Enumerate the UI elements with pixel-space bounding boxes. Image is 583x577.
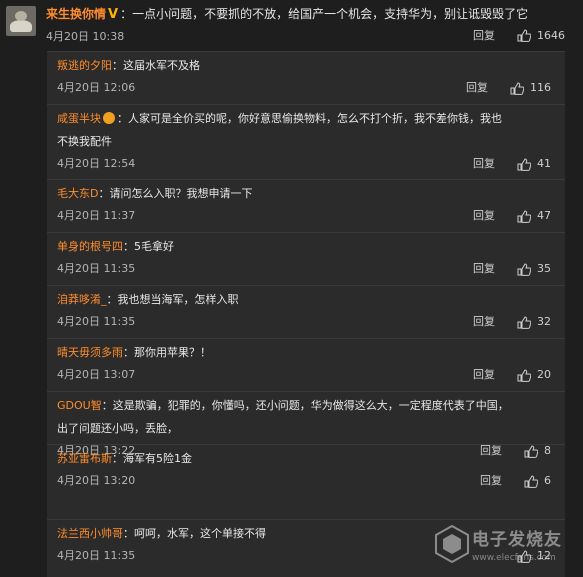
reply-username[interactable]: 单身的根号四 — [57, 240, 123, 253]
reply-time: 4月20日 11:35 — [57, 262, 136, 275]
emoji-icon — [103, 112, 115, 124]
reply-text-continued: 不换我配件 — [57, 135, 112, 148]
watermark-logo: 电子发烧友 www.elecfans.com — [432, 519, 577, 571]
reply-button[interactable]: 回复 — [480, 470, 502, 492]
reply-item: 晴天毋须多雨：那你用苹果？！ 4月20日 13:07 回复 20 — [47, 341, 565, 386]
comment-text: ：一点小问题，不要抓的不放，给国产一个机会，支持华为，别让诋毁毁了它 — [120, 7, 529, 21]
reply-username[interactable]: 毛大东D — [57, 187, 98, 200]
like-icon[interactable] — [524, 474, 538, 488]
reply-username[interactable]: 叛逃的夕阳 — [57, 59, 112, 72]
like-icon[interactable] — [517, 209, 531, 223]
divider — [47, 391, 565, 392]
reply-button[interactable]: 回复 — [473, 311, 495, 333]
reply-username[interactable]: 咸蛋半块 — [57, 112, 101, 125]
like-count: 20 — [537, 368, 551, 381]
reply-button[interactable]: 回复 — [473, 258, 495, 280]
divider — [47, 232, 565, 233]
reply-text: ：请问怎么入职？我想申请一下 — [98, 187, 253, 200]
like-icon[interactable] — [510, 81, 524, 95]
reply-username[interactable]: 苏亚雷布斯 — [57, 452, 112, 465]
reply-text: ：海军有5险1金 — [112, 452, 192, 465]
reply-button[interactable]: 回复 — [473, 27, 495, 43]
top-comment: 来生换你情 V ：一点小问题，不要抓的不放，给国产一个机会，支持华为，别让诋毁毁了它… — [0, 0, 583, 50]
like-icon[interactable] — [517, 262, 531, 276]
reply-username[interactable]: GDOU智 — [57, 399, 102, 412]
reply-item: 苏亚雷布斯：海军有5险1金 4月20日 13:20 回复 6 — [47, 447, 565, 492]
like-icon[interactable] — [517, 368, 531, 382]
reply-text: ：我也想当海军，怎样入职 — [106, 293, 239, 306]
comment-username[interactable]: 来生换你情 — [46, 7, 106, 21]
reply-text: ：呵呵，水军，这个单接不得 — [123, 527, 266, 540]
like-icon[interactable] — [517, 28, 531, 42]
reply-username[interactable]: 法兰西小帅哥 — [57, 527, 123, 540]
like-count: 6 — [544, 474, 551, 487]
divider — [47, 285, 565, 286]
reply-button[interactable]: 回复 — [466, 77, 488, 99]
like-icon[interactable] — [517, 157, 531, 171]
divider — [47, 338, 565, 339]
reply-text: ：这是欺骗，犯罪的，你懂吗，还小问题，华为做得这么大，一定程度代表了中国， — [101, 399, 509, 412]
reply-text: ：这届水军不及格 — [112, 59, 200, 72]
reply-button[interactable]: 回复 — [473, 153, 495, 175]
reply-button[interactable]: 回复 — [473, 205, 495, 227]
divider — [47, 104, 565, 105]
reply-time: 4月20日 11:37 — [57, 209, 136, 222]
verified-badge-icon: V — [108, 7, 119, 22]
like-count: 41 — [537, 157, 551, 170]
reply-time: 4月20日 12:54 — [57, 157, 136, 170]
like-count: 1646 — [537, 28, 565, 42]
reply-time: 4月20日 13:20 — [57, 474, 136, 487]
reply-item: 咸蛋半块 ：人家可是全价买的呢，你好意思偷换物料，怎么不打个折，我不差你钱，我也不… — [47, 107, 565, 175]
like-count: 35 — [537, 262, 551, 275]
reply-text-continued: 出了问题还小吗，丢脸， — [57, 422, 178, 435]
reply-item: 洎莽哆淆_：我也想当海军，怎样入职 4月20日 11:35 回复 32 — [47, 288, 565, 333]
reply-time: 4月20日 13:07 — [57, 368, 136, 381]
reply-button[interactable]: 回复 — [473, 364, 495, 386]
watermark-title: 电子发烧友 — [472, 530, 562, 550]
like-icon[interactable] — [517, 315, 531, 329]
reply-item: 单身的根号四：5毛拿好 4月20日 11:35 回复 35 — [47, 235, 565, 280]
reply-text: ：那你用苹果？！ — [123, 346, 211, 359]
comment-time: 4月20日 10:38 — [46, 30, 125, 43]
reply-item: 叛逃的夕阳：这届水军不及格 4月20日 12:06 回复 116 — [47, 54, 565, 99]
reply-username[interactable]: 洎莽哆淆_ — [57, 293, 107, 306]
reply-text: ：人家可是全价买的呢，你好意思偷换物料，怎么不打个折，我不差你钱，我也 — [117, 112, 502, 125]
reply-time: 4月20日 11:35 — [57, 315, 136, 328]
reply-text: ：5毛拿好 — [123, 240, 174, 253]
reply-username[interactable]: 晴天毋须多雨 — [57, 346, 123, 359]
like-count: 32 — [537, 315, 551, 328]
reply-time: 4月20日 12:06 — [57, 81, 136, 94]
divider — [47, 179, 565, 180]
like-count: 116 — [530, 81, 551, 94]
reply-item: 毛大东D：请问怎么入职？我想申请一下 4月20日 11:37 回复 47 — [47, 182, 565, 227]
replies-panel: 叛逃的夕阳：这届水军不及格 4月20日 12:06 回复 116 咸蛋半块 ：人家可是全价… — [47, 51, 565, 577]
avatar[interactable] — [6, 6, 36, 36]
watermark-url: www.elecfans.com — [472, 553, 556, 563]
divider — [47, 444, 565, 445]
like-count: 47 — [537, 209, 551, 222]
reply-time: 4月20日 11:35 — [57, 549, 136, 562]
